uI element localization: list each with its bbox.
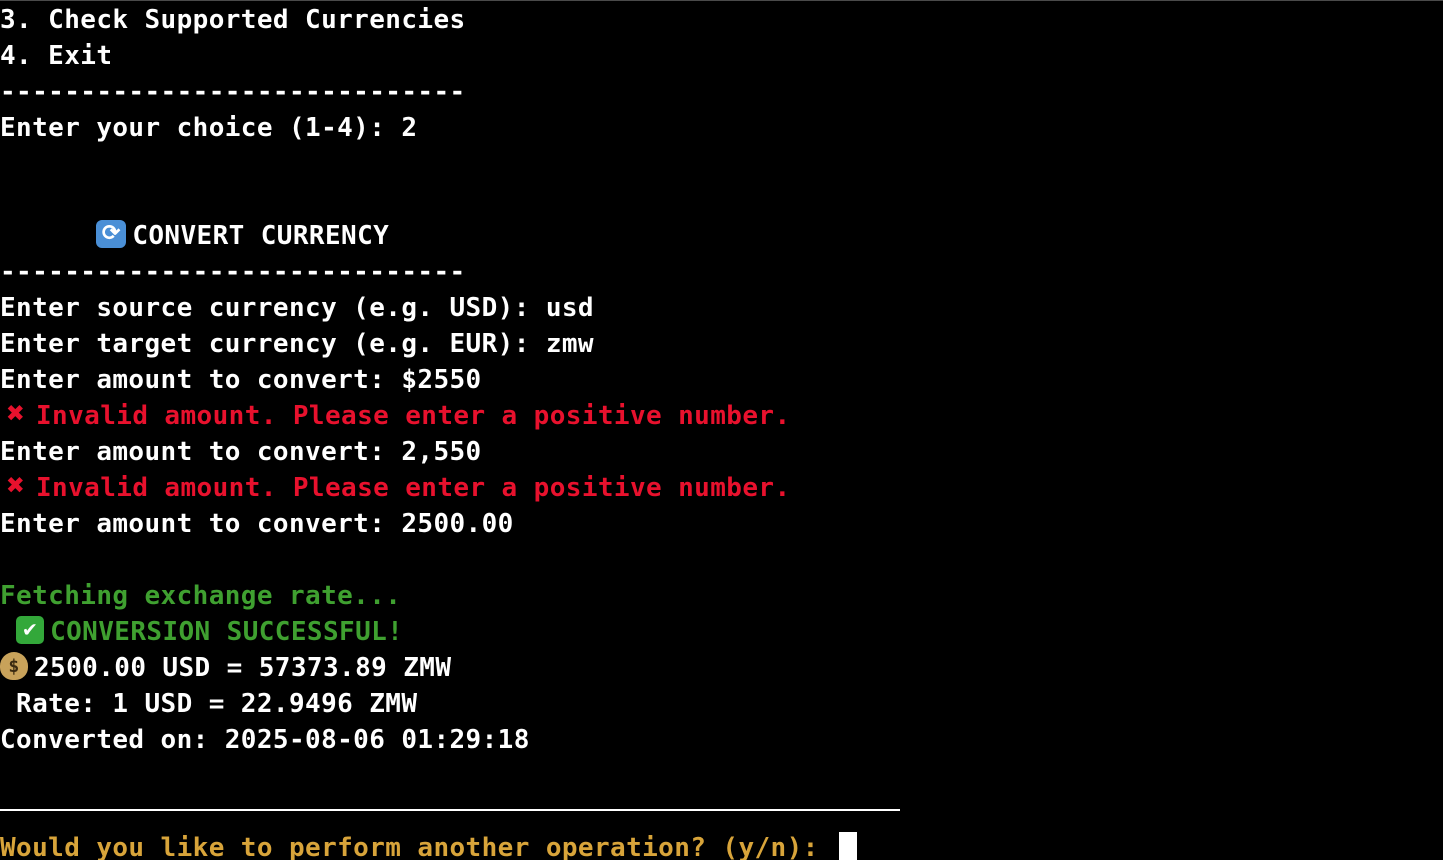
error-text-1: Invalid amount. Please enter a positive … xyxy=(36,401,791,431)
menu-separator: ----------------------------- xyxy=(0,77,466,107)
success-prefix xyxy=(0,617,16,647)
prompt-text: Would you like to perform another operat… xyxy=(0,833,835,860)
error-message-1: ✖ Invalid amount. Please enter a positive… xyxy=(0,398,791,434)
conversion-text: 2500.00 USD = 57373.89 ZMW xyxy=(34,653,452,683)
convert-title: CONVERT CURRENCY xyxy=(132,221,390,251)
error-message-2: ✖ Invalid amount. Please enter a positive… xyxy=(0,470,791,506)
convert-separator: ----------------------------- xyxy=(0,257,466,287)
cross-icon: ✖ xyxy=(6,395,26,431)
success-text: CONVERSION SUCCESSFUL! xyxy=(50,617,404,647)
terminal-window[interactable]: 3. Check Supported Currencies 4. Exit --… xyxy=(0,0,1443,860)
source-currency-prompt: Enter source currency (e.g. USD): usd xyxy=(0,293,594,323)
success-message: ✔ CONVERSION SUCCESSFUL! xyxy=(0,614,403,650)
amount-prompt-attempt-1: Enter amount to convert: $2550 xyxy=(0,365,482,395)
footer-divider xyxy=(0,809,900,811)
target-currency-prompt: Enter target currency (e.g. EUR): zmw xyxy=(0,329,594,359)
choice-prompt: Enter your choice (1-4): 2 xyxy=(0,113,418,143)
refresh-icon: ⟳ xyxy=(96,219,127,248)
money-bag-icon: $ xyxy=(0,651,28,680)
cross-icon: ✖ xyxy=(6,467,26,503)
menu-option-3: 3. Check Supported Currencies xyxy=(0,5,466,35)
conversion-result: $2500.00 USD = 57373.89 ZMW xyxy=(0,650,451,686)
exchange-rate: Rate: 1 USD = 22.9496 ZMW xyxy=(0,689,418,719)
conversion-timestamp: Converted on: 2025-08-06 01:29:18 xyxy=(0,725,530,755)
amount-prompt-attempt-2: Enter amount to convert: 2,550 xyxy=(0,437,482,467)
fetching-status: Fetching exchange rate... xyxy=(0,581,402,611)
amount-prompt-attempt-3: Enter amount to convert: 2500.00 xyxy=(0,509,514,539)
convert-header: ⟳ CONVERT CURRENCY xyxy=(0,218,389,254)
error-text-2: Invalid amount. Please enter a positive … xyxy=(36,473,791,503)
menu-option-4: 4. Exit xyxy=(0,41,113,71)
another-operation-prompt[interactable]: Would you like to perform another operat… xyxy=(0,830,857,860)
text-cursor[interactable] xyxy=(838,831,857,860)
title-indent xyxy=(0,221,96,251)
check-icon: ✔ xyxy=(16,615,45,644)
